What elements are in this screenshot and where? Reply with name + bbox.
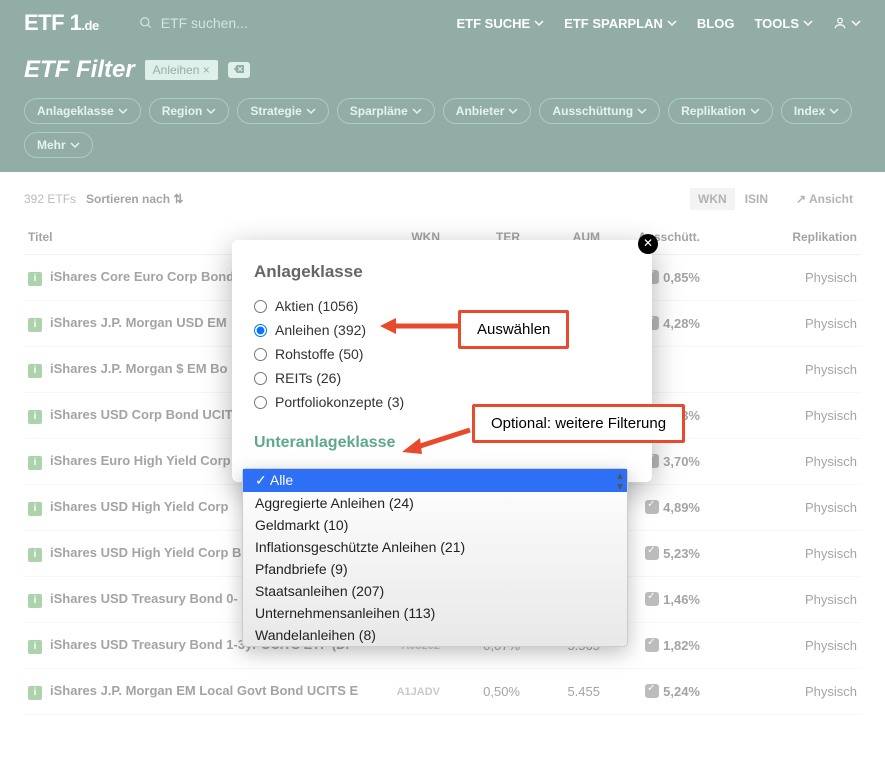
dropdown-option[interactable]: Pfandbriefe (9) xyxy=(243,558,627,580)
modal-title: Anlageklasse xyxy=(254,262,630,282)
dropdown-option[interactable]: Geldmarkt (10) xyxy=(243,514,627,536)
close-icon[interactable]: ✕ xyxy=(638,234,658,254)
dropdown-option[interactable]: Unternehmensanleihen (113) xyxy=(243,602,627,624)
arrow-icon xyxy=(400,424,476,458)
dropdown-handle-icon: ▲▼ xyxy=(615,471,625,493)
radio-input[interactable] xyxy=(254,348,267,361)
dropdown-option[interactable]: Inflationsgeschützte Anleihen (21) xyxy=(243,536,627,558)
dropdown-option[interactable]: Wandelanleihen (8) xyxy=(243,624,627,646)
dropdown-option[interactable]: Staatsanleihen (207) xyxy=(243,580,627,602)
radio-input[interactable] xyxy=(254,300,267,313)
radio-input[interactable] xyxy=(254,372,267,385)
dropdown-option[interactable]: Alle xyxy=(243,469,627,492)
radio-option[interactable]: REITs (26) xyxy=(254,366,630,390)
callout-select: Auswählen xyxy=(458,310,569,349)
subclass-dropdown[interactable]: ▲▼ AlleAggregierte Anleihen (24)Geldmark… xyxy=(242,468,628,647)
dropdown-option[interactable]: Aggregierte Anleihen (24) xyxy=(243,492,627,514)
radio-input[interactable] xyxy=(254,324,267,337)
callout-optional: Optional: weitere Filterung xyxy=(472,404,685,443)
radio-option[interactable]: Aktien (1056) xyxy=(254,294,630,318)
radio-option[interactable]: Rohstoffe (50) xyxy=(254,342,630,366)
arrow-icon xyxy=(380,316,460,336)
radio-input[interactable] xyxy=(254,396,267,409)
